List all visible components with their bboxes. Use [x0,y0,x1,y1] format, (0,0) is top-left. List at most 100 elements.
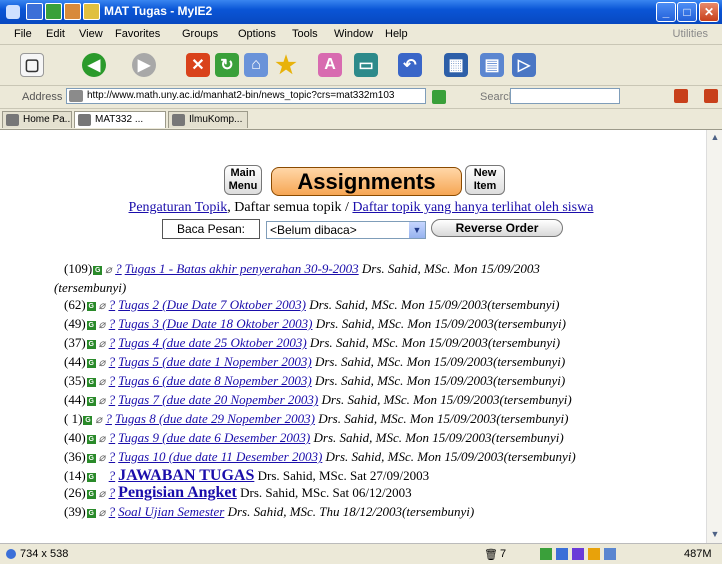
topic-link[interactable]: Tugas 6 (due date 8 Nopember 2003) [118,373,312,388]
tab-home[interactable]: Home Pa... [2,111,72,128]
stop-icon[interactable]: ✕ [186,53,210,77]
help-link[interactable]: ? [109,504,116,519]
scroll-down-icon[interactable]: ▼ [709,529,721,541]
menu-favorites[interactable]: Favorites [115,28,160,40]
help-link[interactable]: ? [109,297,116,312]
tab-label: IlmuKomp... [189,114,243,125]
maximize-button[interactable]: □ [677,2,697,22]
popup-block-icon[interactable] [674,89,688,103]
tab-icon[interactable] [83,3,100,20]
help-link[interactable]: ? [109,485,116,500]
page-icon [6,114,19,126]
menu-tools[interactable]: Tools [292,28,318,40]
search-input[interactable] [510,88,620,104]
topic-row: (14) G? JAWABAN TUGAS Drs. Sahid, MSc. Sat… [64,467,704,484]
attachment-icon: ⌀ [98,300,106,312]
topic-meta-extra: (tersembunyi) [54,280,127,295]
search-web-icon[interactable]: A [318,53,342,77]
window-list-icon[interactable] [26,3,43,20]
reply-count: (35) [64,373,86,388]
help-link[interactable]: ? [109,468,116,483]
utilities-menu[interactable]: Utilities [673,28,708,40]
topic-link[interactable]: Pengisian Angket [118,484,237,501]
help-link[interactable]: ? [105,411,112,426]
group-icon: G [86,320,96,330]
home-icon[interactable]: ⌂ [244,53,268,77]
chevron-down-icon[interactable]: ▼ [409,222,425,238]
read-messages-button[interactable]: Baca Pesan: [162,219,260,239]
topic-link[interactable]: Tugas 7 (due date 20 Nopember 2003) [118,392,318,407]
tab-ilmukomp[interactable]: IlmuKomp... [168,111,248,128]
minimize-button[interactable]: _ [656,2,676,22]
topic-link[interactable]: JAWABAN TUGAS [118,467,254,484]
scroll-up-icon[interactable]: ▲ [709,132,721,144]
menu-view[interactable]: View [79,28,103,40]
page-content: Main Menu Assignments New Item Pengatura… [0,130,706,543]
groups-icon[interactable]: ▦ [444,53,468,77]
menu-window[interactable]: Window [334,28,373,40]
topic-link[interactable]: Tugas 8 (due date 29 Nopember 2003) [115,411,315,426]
menu-options[interactable]: Options [238,28,276,40]
topic-link[interactable]: Tugas 9 (due date 6 Desember 2003) [118,430,310,445]
attachment-icon: ⌀ [98,507,106,519]
topic-link[interactable]: Tugas 4 (due date 25 Oktober 2003) [118,335,306,350]
topic-link[interactable]: Tugas 10 (due date 11 Desember 2003) [118,449,322,464]
read-filter-value: <Belum dibaca> [270,223,357,237]
go-icon[interactable] [432,90,446,104]
tab-mat332[interactable]: MAT332 ... [74,111,166,128]
toolbar: ▢ ◀ ▶ ✕ ↻ ⌂ ★ A ▭ ↶ ▦ ▤ ▷ [0,45,722,86]
scrollbar[interactable]: ▲ ▼ [706,130,722,543]
pengaturan-topik-link[interactable]: Pengaturan Topik [129,200,228,215]
status-tool-icon[interactable] [556,548,568,560]
topic-link[interactable]: Tugas 2 (Due Date 7 Oktober 2003) [118,297,306,312]
help-link[interactable]: ? [109,392,116,407]
power-icon[interactable] [45,3,62,20]
menu-help[interactable]: Help [385,28,408,40]
topic-link[interactable]: Soal Ujian Semester [118,504,224,519]
refresh-icon[interactable]: ↻ [215,53,239,77]
new-page-icon[interactable]: ▢ [20,53,44,77]
back-icon[interactable]: ◀ [82,53,106,77]
globe-icon [6,549,16,559]
help-link[interactable]: ? [109,430,116,445]
status-tool-icon[interactable] [588,548,600,560]
topic-row: (26) G ⌀? Pengisian Angket Drs. Sahid, MSc.… [64,484,704,503]
topic-meta: Drs. Sahid, MSc. Mon 15/09/2003(tersembu… [313,430,564,445]
panels-icon[interactable]: ▤ [480,53,504,77]
close-button[interactable]: ✕ [699,2,719,22]
status-tool-icon[interactable] [572,548,584,560]
reverse-order-button[interactable]: Reverse Order [431,219,563,237]
page-title: Assignments [271,167,462,196]
help-link[interactable]: ? [115,261,122,276]
topic-link[interactable]: Tugas 5 (due date 1 Nopember 2003) [118,354,312,369]
screen-icon[interactable]: ▭ [354,53,378,77]
address-input[interactable]: http://www.math.uny.ac.id/manhat2-bin/ne… [66,88,426,104]
help-link[interactable]: ? [109,316,116,331]
new-item-button[interactable]: New Item [465,165,505,195]
options-icon[interactable]: ▷ [512,53,536,77]
help-link[interactable]: ? [109,449,116,464]
status-tool-icon[interactable] [540,548,552,560]
forward-icon[interactable]: ▶ [132,53,156,77]
status-tool-icon[interactable] [604,548,616,560]
menu-file[interactable]: File [14,28,32,40]
help-link[interactable]: ? [109,354,116,369]
menu-groups[interactable]: Groups [182,28,218,40]
help-link[interactable]: ? [109,373,116,388]
visible-topics-link[interactable]: Daftar topik yang hanya terlihat oleh si… [352,200,593,215]
page-icon [172,114,185,126]
topic-link[interactable]: Tugas 1 - Batas akhir penyerahan 30-9-20… [125,261,359,276]
favorites-star-icon[interactable]: ★ [274,52,298,79]
help-link[interactable]: ? [109,335,116,350]
main-menu-button[interactable]: Main Menu [224,165,262,195]
topic-meta: Drs. Sahid, MSc. Mon 15/09/2003 [361,261,540,276]
undo-close-icon[interactable]: ↶ [398,53,422,77]
closed-tabs-count: 7 [500,548,507,560]
menu-edit[interactable]: Edit [46,28,65,40]
refresh-icon[interactable] [64,3,81,20]
trash-icon[interactable]: 🗑 [484,548,498,561]
close-page-icon[interactable] [704,89,718,103]
attachment-icon: ⌀ [98,395,106,407]
topic-link[interactable]: Tugas 3 (Due Date 18 Oktober 2003) [118,316,312,331]
read-filter-select[interactable]: <Belum dibaca> ▼ [266,221,426,239]
